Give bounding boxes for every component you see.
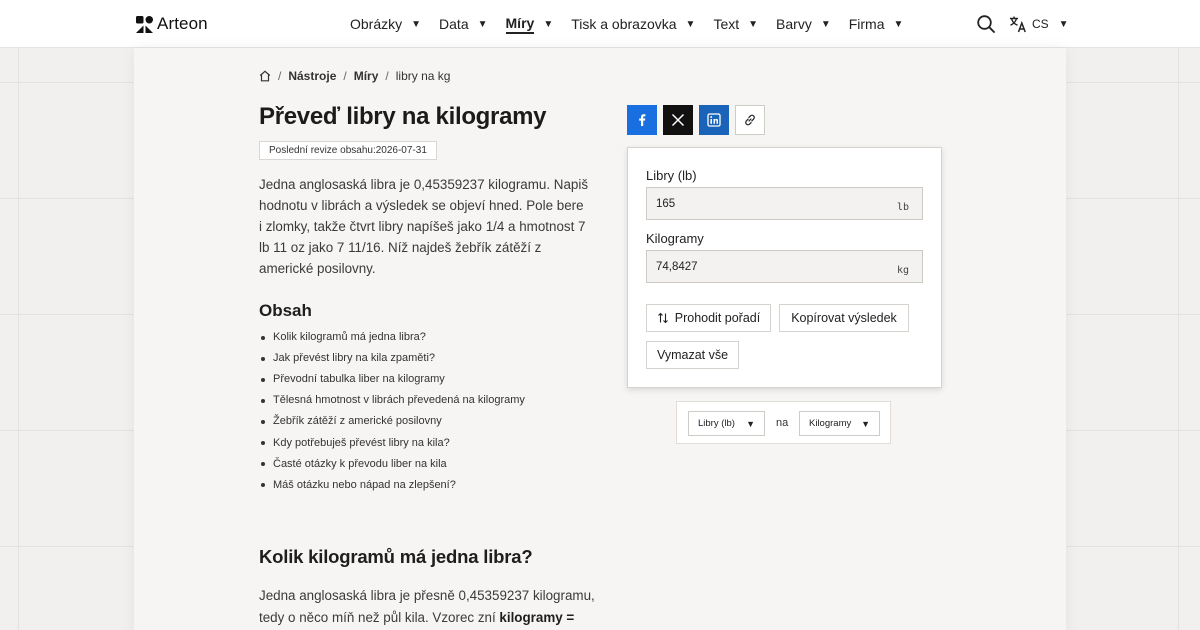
logo-text: Arteon — [157, 14, 208, 33]
clear-all-label: Vymazat vše — [656, 348, 729, 362]
pounds-value: 165 — [656, 197, 676, 210]
intro-text: Jedna anglosaská libra je 0,45359237 kil… — [259, 177, 589, 276]
caret-down-icon: ▼ — [543, 18, 554, 30]
language-switcher[interactable]: CS ▼ — [1009, 15, 1069, 33]
caret-down-icon: ▼ — [820, 18, 831, 30]
clear-all-button[interactable]: Vymazat vše — [646, 341, 739, 369]
caret-down-icon: ▼ — [748, 18, 759, 30]
table-of-contents: Kolik kilogramů má jedna libra? Jak přev… — [259, 327, 525, 496]
section-text: Jedna anglosaská libra je přesně 0,45359… — [259, 585, 604, 630]
breadcrumb-item-current: libry na kg — [395, 69, 451, 83]
toc-item[interactable]: Časté otázky k převodu liber na kila — [259, 454, 525, 475]
logo-mark-icon — [136, 15, 153, 33]
nav-item-barvy[interactable]: Barvy ▼ — [776, 16, 831, 32]
toc-item[interactable]: Žebřík zátěží z americké posilovny — [259, 411, 525, 432]
toc-item[interactable]: Jak převést libry na kila zpaměti? — [259, 348, 525, 369]
page-title: Převeď libry na kilogramy — [259, 103, 547, 130]
copy-link-button[interactable] — [735, 105, 765, 135]
nav-item-miry[interactable]: Míry ▼ — [505, 15, 554, 34]
swap-button[interactable]: Prohodit pořadí — [646, 304, 771, 332]
to-unit-select[interactable]: Kilogramy ▼ — [799, 411, 880, 436]
copy-result-label: Kopírovat výsledek — [791, 311, 897, 325]
toc-item[interactable]: Převodní tabulka liber na kilogramy — [259, 369, 525, 390]
kilograms-label: Kilogramy — [646, 231, 704, 246]
pounds-unit: lb — [896, 202, 909, 213]
caret-down-icon: ▼ — [893, 18, 904, 30]
share-facebook-button[interactable] — [627, 105, 657, 135]
site-header: Arteon Obrázky ▼ Data ▼ Míry ▼ Tisk a ob… — [0, 0, 1200, 48]
unit-selector-bar: Libry (lb) ▼ na Kilogramy ▼ — [676, 401, 891, 444]
linkedin-icon — [707, 113, 721, 127]
nav-item-firma[interactable]: Firma ▼ — [849, 16, 904, 32]
kilograms-unit: kg — [896, 265, 909, 276]
nav-label: Míry — [505, 15, 535, 34]
nav-label: Barvy — [776, 16, 812, 32]
unit-connector: na — [776, 417, 789, 429]
share-x-button[interactable] — [663, 105, 693, 135]
breadcrumb-separator: / — [278, 69, 282, 83]
nav-label: Obrázky — [350, 16, 403, 32]
logo[interactable]: Arteon — [136, 14, 208, 34]
share-linkedin-button[interactable] — [699, 105, 729, 135]
link-icon — [745, 114, 755, 126]
translate-icon — [1010, 16, 1026, 33]
language-code: CS — [1032, 17, 1049, 31]
nav-item-obrazky[interactable]: Obrázky ▼ — [350, 16, 421, 32]
x-icon — [671, 113, 685, 127]
breadcrumb-separator: / — [385, 69, 389, 83]
breadcrumb-item-nastroje[interactable]: Nástroje — [288, 69, 336, 83]
search-icon — [977, 15, 995, 33]
pounds-label: Libry (lb) — [646, 168, 697, 183]
toc-item[interactable]: Tělesná hmotnost v librách převedená na … — [259, 390, 525, 411]
caret-down-icon: ▼ — [861, 418, 870, 429]
nav-label: Text — [713, 16, 740, 32]
caret-down-icon: ▼ — [477, 18, 488, 30]
toc-title: Obsah — [259, 301, 312, 320]
caret-down-icon: ▼ — [685, 18, 696, 30]
nav-label: Tisk a obrazovka — [571, 16, 677, 32]
to-unit-value: Kilogramy — [809, 418, 852, 429]
nav-item-data[interactable]: Data ▼ — [439, 16, 487, 32]
toc-item[interactable]: Kolik kilogramů má jedna libra? — [259, 327, 525, 348]
revision-badge: Poslední revize obsahu:2026-07-31 — [259, 141, 437, 160]
pounds-input[interactable]: 165 — [646, 187, 923, 220]
kilograms-value: 74,8427 — [656, 260, 698, 273]
caret-down-icon: ▼ — [411, 18, 422, 30]
caret-down-icon: ▼ — [746, 418, 755, 429]
from-unit-select[interactable]: Libry (lb) ▼ — [688, 411, 765, 436]
breadcrumb-separator: / — [343, 69, 347, 83]
caret-down-icon: ▼ — [1058, 18, 1069, 30]
swap-arrows-icon — [657, 312, 668, 324]
section-heading: Kolik kilogramů má jedna libra? — [259, 546, 533, 567]
main-nav: Obrázky ▼ Data ▼ Míry ▼ Tisk a obrazovka… — [350, 0, 921, 48]
toc-item[interactable]: Kdy potřebuješ převést libry na kila? — [259, 432, 525, 453]
nav-item-tisk-a-obrazovka[interactable]: Tisk a obrazovka ▼ — [571, 16, 695, 32]
facebook-icon — [639, 114, 646, 126]
nav-label: Firma — [848, 16, 885, 32]
home-icon[interactable] — [259, 70, 271, 82]
from-unit-value: Libry (lb) — [698, 418, 735, 429]
nav-label: Data — [439, 16, 469, 32]
toc-item[interactable]: Máš otázku nebo nápad na zlepšení? — [259, 475, 525, 496]
breadcrumb-item-miry[interactable]: Míry — [354, 69, 379, 83]
converter-panel: Libry (lb) 165 lb Kilogramy 74,8427 kg P… — [627, 147, 942, 388]
swap-label: Prohodit pořadí — [674, 311, 761, 325]
search-button[interactable] — [976, 14, 996, 34]
kilograms-input[interactable]: 74,8427 — [646, 250, 923, 283]
nav-item-text[interactable]: Text ▼ — [713, 16, 758, 32]
copy-result-button[interactable]: Kopírovat výsledek — [779, 304, 909, 332]
breadcrumb: / Nástroje / Míry / libry na kg — [259, 69, 450, 83]
